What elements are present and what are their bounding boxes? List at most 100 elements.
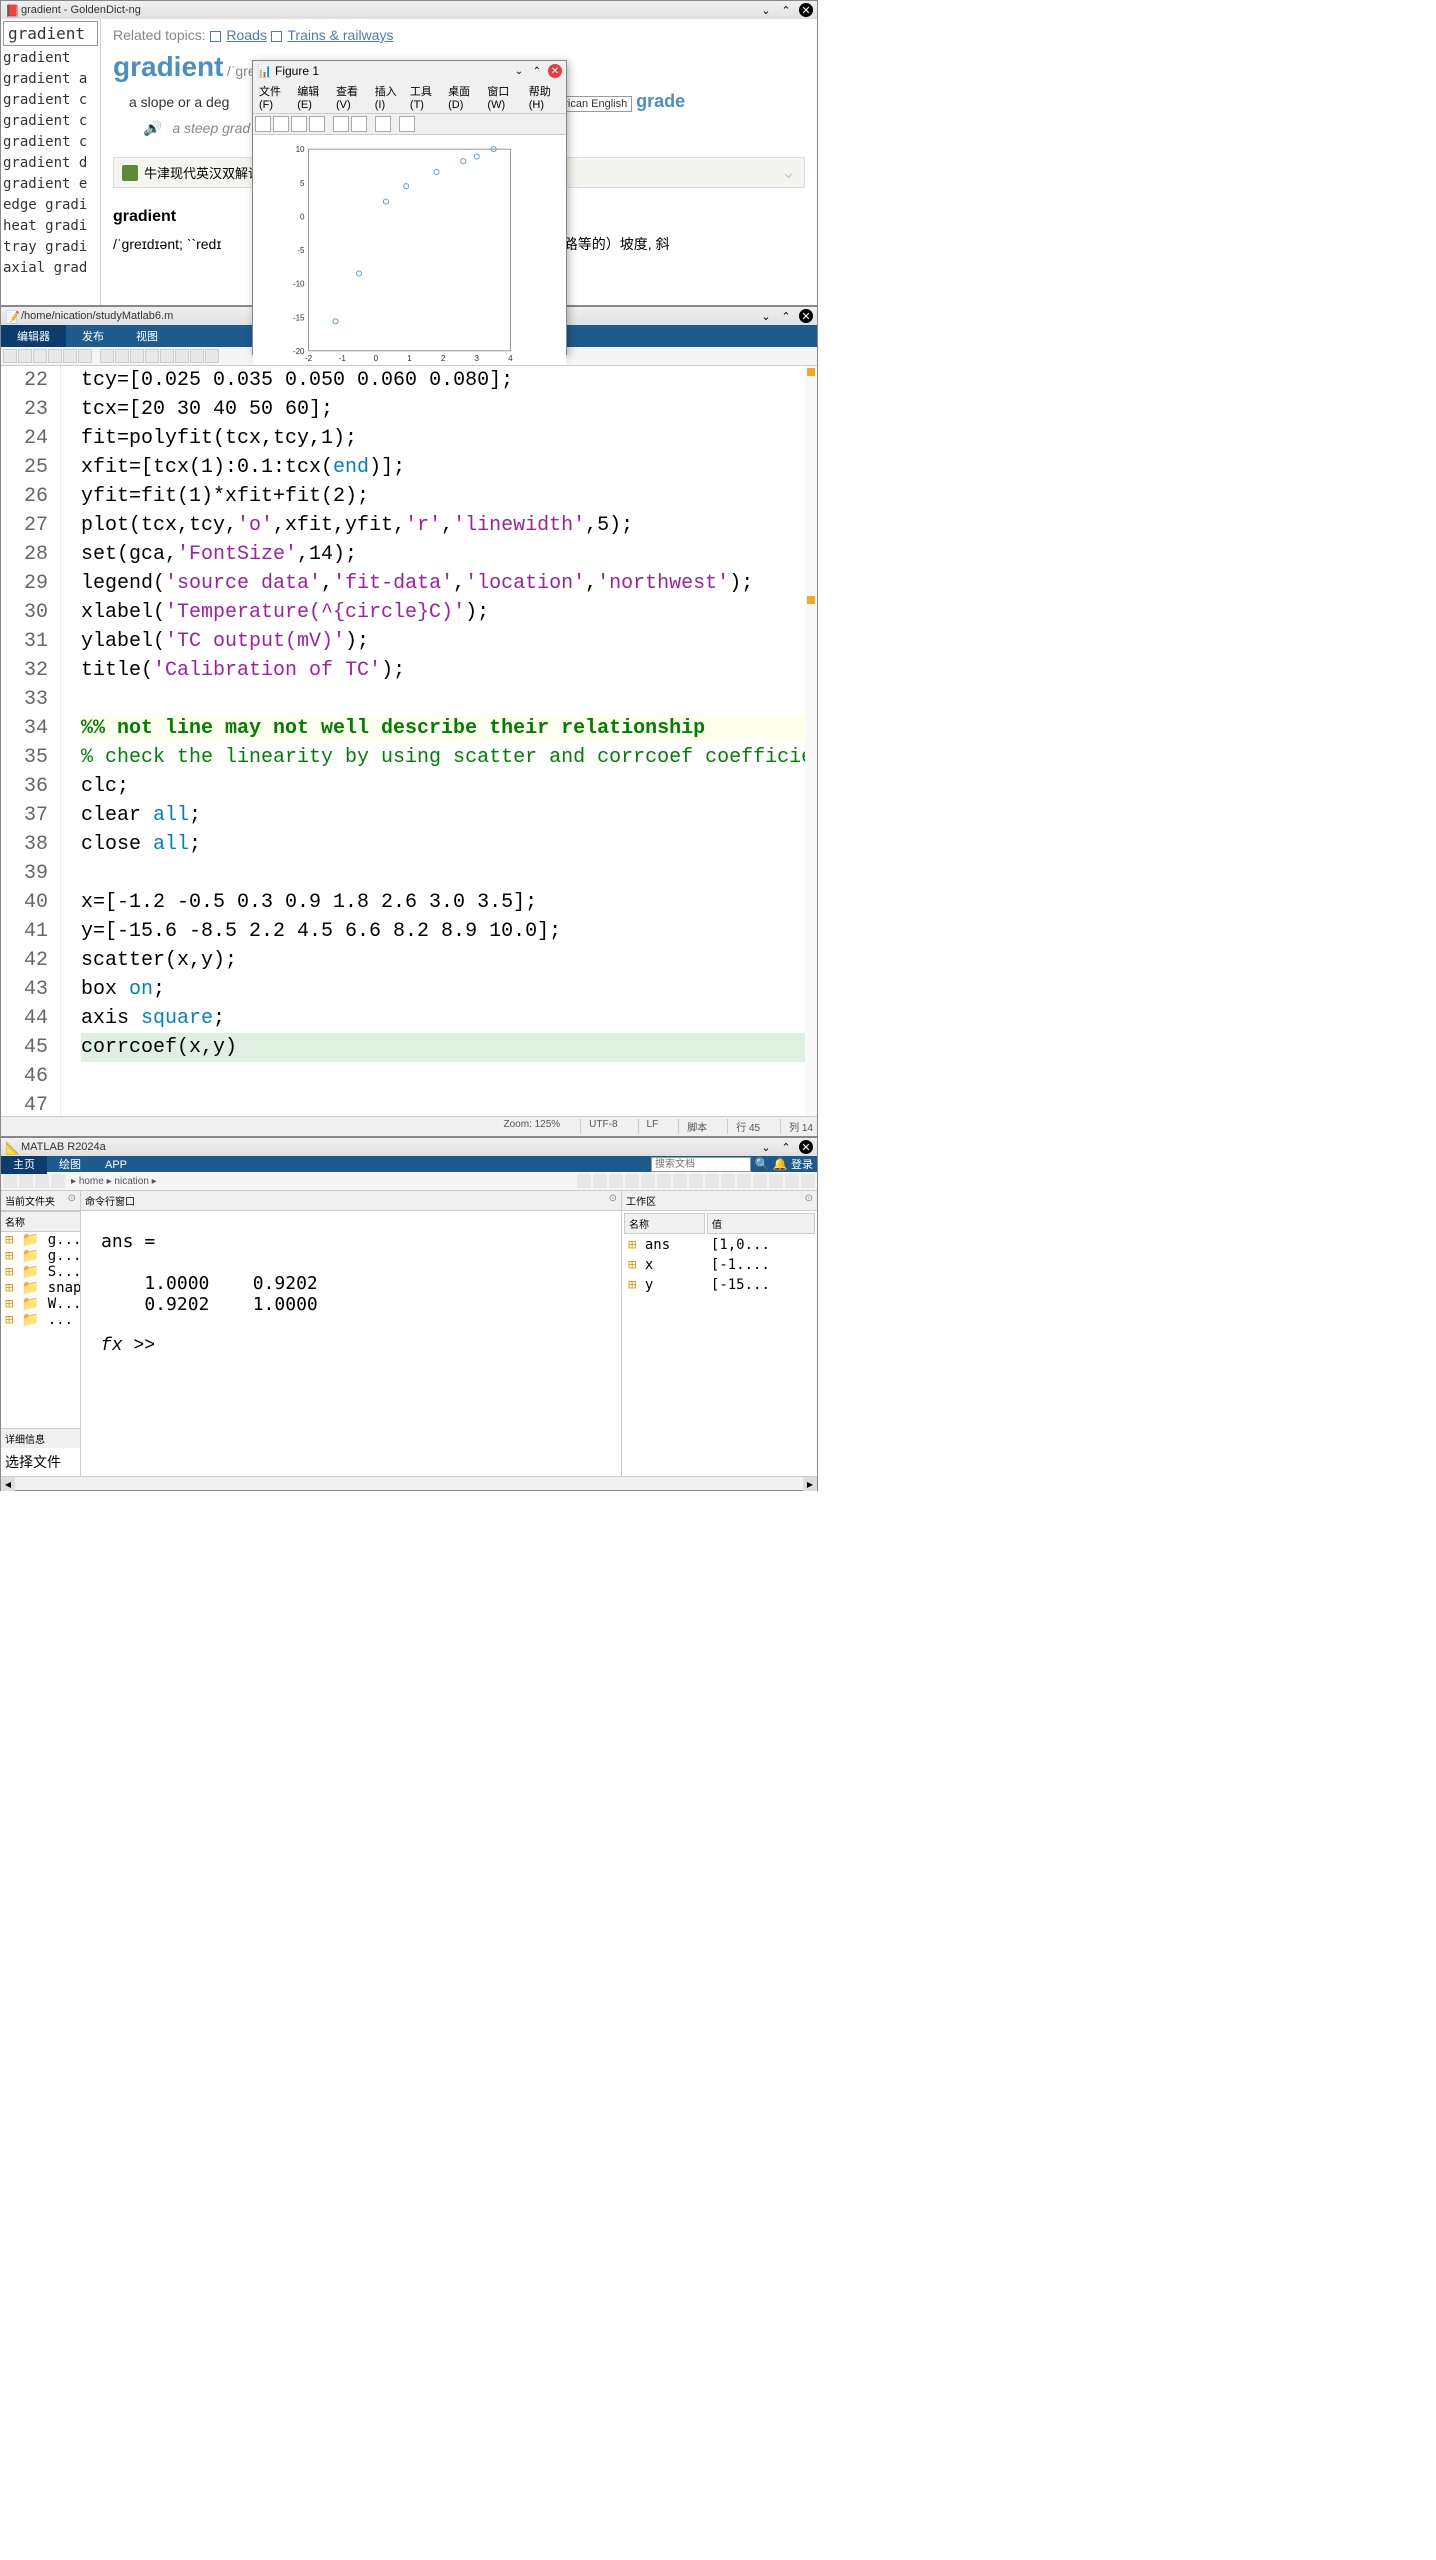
open-button[interactable] bbox=[273, 116, 289, 132]
close-button[interactable]: ✕ bbox=[799, 1140, 813, 1154]
menu-item[interactable]: 插入(I) bbox=[375, 83, 402, 111]
menu-item[interactable]: 帮助(H) bbox=[529, 83, 560, 111]
outdent-button[interactable] bbox=[145, 349, 159, 363]
figure-axes[interactable]: -20-15-10-50510-2-101234 bbox=[253, 135, 566, 365]
menu-item[interactable]: 查看(V) bbox=[336, 83, 367, 111]
workspace-variable[interactable]: ⊞ ans[1,0... bbox=[624, 1236, 815, 1254]
path-breadcrumb[interactable]: ▸ home ▸ nication ▸ bbox=[67, 1176, 161, 1187]
login-link[interactable]: 登录 bbox=[791, 1156, 813, 1172]
browse-button[interactable] bbox=[51, 1174, 65, 1188]
editor-tab[interactable]: 编辑器 bbox=[1, 325, 66, 347]
workspace-header[interactable]: 工作区 ⊙ bbox=[622, 1191, 817, 1211]
eol[interactable]: LF bbox=[638, 1119, 659, 1134]
editor-tab[interactable]: 发布 bbox=[66, 325, 120, 347]
file-item[interactable]: ⊞ 📁 S... bbox=[1, 1264, 80, 1280]
code-area[interactable]: tcy=[0.025 0.035 0.050 0.060 0.080];tcx=… bbox=[61, 366, 805, 1116]
suggestion-item[interactable]: gradient c bbox=[3, 111, 98, 132]
scroll-track[interactable] bbox=[15, 1477, 803, 1490]
tool-12[interactable] bbox=[769, 1174, 783, 1188]
file-item[interactable]: ⊞ 📁 g... bbox=[1, 1248, 80, 1264]
current-folder-header[interactable]: 当前文件夹 ⊙ bbox=[1, 1191, 80, 1211]
figure-titlebar[interactable]: 📊 Figure 1 ⌄ ⌃ ✕ bbox=[253, 61, 566, 81]
zoom-level[interactable]: Zoom: 125% bbox=[495, 1119, 560, 1134]
panel-options-icon[interactable]: ⊙ bbox=[609, 1193, 617, 1208]
new-button[interactable] bbox=[3, 349, 17, 363]
file-list[interactable]: ⊞ 📁 g...⊞ 📁 g...⊞ 📁 S...⊞ 📁 snap⊞ 📁 W...… bbox=[1, 1232, 80, 1428]
minimize-button[interactable]: ⌄ bbox=[759, 1140, 773, 1154]
bell-icon[interactable]: 🔔 bbox=[773, 1157, 787, 1171]
line-number-gutter[interactable]: 2223242526272829303132333435363738394041… bbox=[1, 366, 61, 1116]
scroll-left-arrow[interactable]: ◀ bbox=[1, 1477, 15, 1491]
related-link[interactable]: Roads bbox=[226, 27, 266, 43]
scroll-right-arrow[interactable]: ▶ bbox=[803, 1477, 817, 1491]
editor-tab[interactable]: 视图 bbox=[120, 325, 174, 347]
suggestion-item[interactable]: heat gradi bbox=[3, 216, 98, 237]
section-button[interactable] bbox=[160, 349, 174, 363]
matlab-titlebar[interactable]: 📐 MATLAB R2024a ⌄ ⌃ ✕ bbox=[1, 1138, 817, 1156]
suggestion-item[interactable]: gradient a bbox=[3, 69, 98, 90]
suggestion-item[interactable]: gradient c bbox=[3, 90, 98, 111]
file-item[interactable]: ⊞ 📁 ... bbox=[1, 1312, 80, 1328]
comment-button[interactable] bbox=[100, 349, 114, 363]
matlab-tab[interactable]: 主页 bbox=[1, 1156, 47, 1174]
warning-marker[interactable] bbox=[807, 368, 815, 376]
name-column[interactable]: 名称 bbox=[5, 1214, 25, 1229]
tool-1[interactable] bbox=[593, 1174, 607, 1188]
breakpoint-button[interactable] bbox=[205, 349, 219, 363]
maximize-button[interactable]: ⌃ bbox=[530, 64, 544, 78]
close-button[interactable]: ✕ bbox=[799, 3, 813, 17]
workspace-variable[interactable]: ⊞ y[-15... bbox=[624, 1276, 815, 1294]
close-button[interactable]: ✕ bbox=[548, 64, 562, 78]
tool-10[interactable] bbox=[737, 1174, 751, 1188]
figure-window[interactable]: 📊 Figure 1 ⌄ ⌃ ✕ 文件(F)编辑(E)查看(V)插入(I)工具(… bbox=[252, 60, 567, 355]
link-button[interactable] bbox=[351, 116, 367, 132]
tool-13[interactable] bbox=[785, 1174, 799, 1188]
find-button[interactable] bbox=[78, 349, 92, 363]
print-button[interactable] bbox=[309, 116, 325, 132]
compare-button[interactable] bbox=[48, 349, 62, 363]
save-button[interactable] bbox=[291, 116, 307, 132]
search-button[interactable] bbox=[577, 1174, 591, 1188]
tool-4[interactable] bbox=[641, 1174, 655, 1188]
suggestion-item[interactable]: gradient d bbox=[3, 153, 98, 174]
ws-value-column[interactable]: 值 bbox=[707, 1213, 815, 1234]
panel-options-icon[interactable]: ⊙ bbox=[68, 1193, 76, 1208]
details-header[interactable]: 详细信息 bbox=[1, 1428, 80, 1448]
code-minimap[interactable] bbox=[805, 366, 817, 1116]
tool-11[interactable] bbox=[753, 1174, 767, 1188]
indent-button[interactable] bbox=[130, 349, 144, 363]
search-icon[interactable]: 🔍 bbox=[755, 1157, 769, 1171]
maximize-button[interactable]: ⌃ bbox=[779, 309, 793, 323]
warning-marker[interactable] bbox=[807, 596, 815, 604]
file-item[interactable]: ⊞ 📁 W... bbox=[1, 1296, 80, 1312]
suggestion-item[interactable]: gradient c bbox=[3, 132, 98, 153]
tool-7[interactable] bbox=[689, 1174, 703, 1188]
new-figure-button[interactable] bbox=[255, 116, 271, 132]
menu-item[interactable]: 工具(T) bbox=[410, 83, 440, 111]
save-button[interactable] bbox=[33, 349, 47, 363]
menu-item[interactable]: 编辑(E) bbox=[297, 83, 328, 111]
panel-options-icon[interactable]: ⊙ bbox=[805, 1193, 813, 1208]
command-window[interactable]: ans = 1.0000 0.9202 0.9202 1.0000 fx >> bbox=[81, 1211, 621, 1476]
run-button[interactable] bbox=[175, 349, 189, 363]
tool-8[interactable] bbox=[705, 1174, 719, 1188]
forward-button[interactable] bbox=[19, 1174, 33, 1188]
suggestion-item[interactable]: axial grad bbox=[3, 258, 98, 279]
file-item[interactable]: ⊞ 📁 snap bbox=[1, 1280, 80, 1296]
speaker-icon[interactable]: 🔊 bbox=[143, 120, 160, 136]
maximize-button[interactable]: ⌃ bbox=[779, 1140, 793, 1154]
open-button[interactable] bbox=[18, 349, 32, 363]
run-section-button[interactable] bbox=[190, 349, 204, 363]
reference-link[interactable]: grade bbox=[636, 91, 685, 111]
search-input[interactable]: gradient bbox=[3, 21, 98, 46]
tool-3[interactable] bbox=[625, 1174, 639, 1188]
matlab-tab[interactable]: 绘图 bbox=[47, 1156, 93, 1174]
back-button[interactable] bbox=[3, 1174, 17, 1188]
horizontal-scrollbar[interactable]: ◀ ▶ bbox=[1, 1476, 817, 1490]
minimize-button[interactable]: ⌄ bbox=[759, 3, 773, 17]
related-link[interactable]: Trains & railways bbox=[287, 27, 393, 43]
workspace-variable[interactable]: ⊞ x[-1.... bbox=[624, 1256, 815, 1274]
suggestion-item[interactable]: edge gradi bbox=[3, 195, 98, 216]
suggestion-item[interactable]: tray gradi bbox=[3, 237, 98, 258]
up-button[interactable] bbox=[35, 1174, 49, 1188]
